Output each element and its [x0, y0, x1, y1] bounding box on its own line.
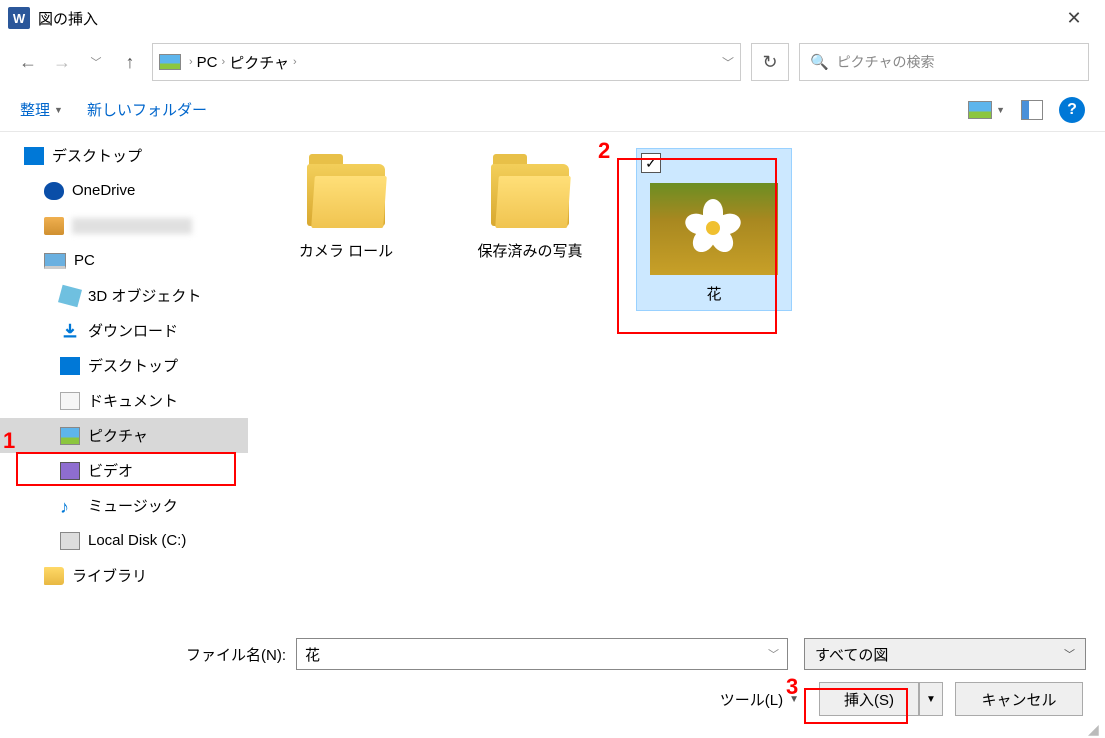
insert-button-group: 挿入(S) ▼: [819, 682, 943, 716]
tree-downloads[interactable]: ダウンロード: [0, 313, 248, 348]
tree-3d-objects[interactable]: 3D オブジェクト: [0, 278, 248, 313]
search-placeholder: ピクチャの検索: [837, 52, 935, 72]
tree-onedrive[interactable]: OneDrive: [0, 173, 248, 208]
crumb-pictures[interactable]: ピクチャ: [229, 52, 289, 73]
new-folder-button[interactable]: 新しいフォルダー: [87, 99, 207, 120]
help-button[interactable]: ?: [1059, 97, 1085, 123]
desktop-icon: [60, 357, 80, 375]
toolbar: 整理 ▼ 新しいフォルダー ▼ ?: [0, 88, 1105, 132]
recent-dropdown[interactable]: ﹀: [84, 50, 108, 74]
tree-user[interactable]: [0, 208, 248, 243]
tree-local-disk[interactable]: Local Disk (C:): [0, 523, 248, 558]
music-icon: ♪: [60, 497, 80, 515]
close-button[interactable]: ✕: [1051, 2, 1097, 34]
chevron-down-icon: ▼: [996, 105, 1005, 115]
chevron-down-icon: ﹀: [1064, 646, 1075, 662]
search-box[interactable]: 🔍 ピクチャの検索: [799, 43, 1089, 81]
resize-grip[interactable]: ◢: [1088, 721, 1102, 735]
user-icon: [44, 217, 64, 235]
folder-saved-pictures[interactable]: 保存済みの写真: [452, 148, 608, 267]
address-dropdown[interactable]: ﹀: [722, 54, 734, 71]
tree-desktop[interactable]: デスクトップ: [0, 138, 248, 173]
refresh-button[interactable]: ↻: [751, 43, 789, 81]
document-icon: [60, 392, 80, 410]
tree-videos[interactable]: ビデオ: [0, 453, 248, 488]
preview-pane-button[interactable]: [1021, 100, 1043, 120]
toolbar-right: ▼ ?: [968, 97, 1085, 123]
pc-icon: [44, 253, 66, 269]
dialog-title: 図の挿入: [38, 8, 98, 29]
chevron-down-icon: ▼: [789, 694, 799, 705]
location-icon: [159, 54, 181, 70]
folder-icon: [44, 567, 64, 585]
chevron-down-icon: ▼: [926, 694, 936, 705]
thumbnail-view-icon: [968, 101, 992, 119]
chevron-right-icon[interactable]: ›: [222, 56, 226, 68]
button-row: ツール(L) ▼ 挿入(S) ▼ キャンセル: [18, 682, 1087, 716]
tree-desktop2[interactable]: デスクトップ: [0, 348, 248, 383]
tree-pc[interactable]: PC: [0, 243, 248, 278]
navbar: ← → ﹀ ↑ › PC › ピクチャ › ﹀ ↻ 🔍 ピクチャの検索: [0, 36, 1105, 88]
filename-label: ファイル名(N):: [186, 644, 286, 665]
chevron-right-icon[interactable]: ›: [189, 56, 193, 68]
download-icon: [60, 322, 80, 340]
filename-input[interactable]: 花 ﹀: [296, 638, 788, 670]
folder-icon: [485, 154, 575, 232]
back-button[interactable]: ←: [16, 50, 40, 74]
filetype-filter[interactable]: すべての図 ﹀: [804, 638, 1086, 670]
onedrive-icon: [44, 182, 64, 200]
chevron-down-icon: ▼: [54, 105, 63, 115]
organize-menu[interactable]: 整理 ▼: [20, 99, 63, 120]
file-list[interactable]: カメラ ロール 保存済みの写真 ✓ 花: [248, 132, 1105, 602]
folder-icon: [301, 154, 391, 232]
tools-menu[interactable]: ツール(L) ▼: [720, 689, 799, 710]
video-icon: [60, 462, 80, 480]
view-menu[interactable]: ▼: [968, 101, 1005, 119]
chevron-right-icon[interactable]: ›: [293, 56, 297, 68]
sidebar: デスクトップ OneDrive PC 3D オブジェクト ダウンロード デスクト…: [0, 132, 248, 602]
folder-camera-roll[interactable]: カメラ ロール: [268, 148, 424, 267]
desktop-icon: [24, 147, 44, 165]
insert-dropdown[interactable]: ▼: [919, 682, 943, 716]
image-thumbnail: [650, 183, 778, 275]
crumb-pc[interactable]: PC: [197, 54, 218, 71]
cube-icon: [58, 284, 82, 307]
body: デスクトップ OneDrive PC 3D オブジェクト ダウンロード デスクト…: [0, 132, 1105, 602]
up-button[interactable]: ↑: [118, 50, 142, 74]
tree-pictures[interactable]: ピクチャ: [0, 418, 248, 453]
cancel-button[interactable]: キャンセル: [955, 682, 1083, 716]
chevron-down-icon[interactable]: ﹀: [768, 646, 779, 662]
tree-library[interactable]: ライブラリ: [0, 558, 248, 593]
footer: ファイル名(N): 花 ﹀ すべての図 ﹀ ツール(L) ▼ 挿入(S) ▼ キ…: [0, 628, 1105, 738]
titlebar: W 図の挿入 ✕: [0, 0, 1105, 36]
checkbox-checked-icon[interactable]: ✓: [641, 153, 661, 173]
search-icon: 🔍: [810, 53, 829, 71]
forward-button[interactable]: →: [50, 50, 74, 74]
word-icon: W: [8, 7, 30, 29]
filename-row: ファイル名(N): 花 ﹀ すべての図 ﹀: [18, 638, 1087, 670]
tree-documents[interactable]: ドキュメント: [0, 383, 248, 418]
tree-music[interactable]: ♪ミュージック: [0, 488, 248, 523]
insert-button[interactable]: 挿入(S): [819, 682, 919, 716]
breadcrumb: › PC › ピクチャ ›: [189, 52, 297, 73]
disk-icon: [60, 532, 80, 550]
file-flower[interactable]: ✓ 花: [636, 148, 792, 311]
address-bar[interactable]: › PC › ピクチャ › ﹀: [152, 43, 741, 81]
pictures-icon: [60, 427, 80, 445]
